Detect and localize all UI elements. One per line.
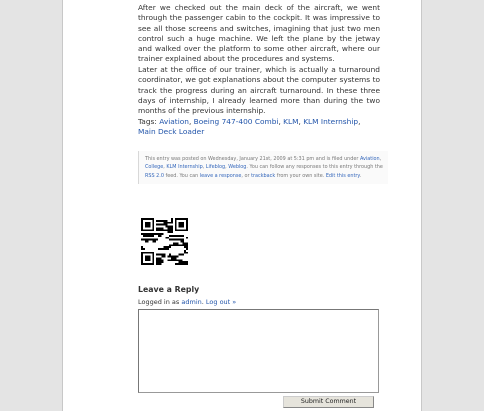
post-tags: Tags: Aviation, Boeing 747-400 Combi, KL… [138, 117, 361, 137]
meta-text: from your own site. [276, 172, 325, 179]
category-link-college[interactable]: College [145, 164, 163, 170]
submit-comment-button[interactable]: Submit Comment [283, 396, 374, 408]
meta-text: feed. You can [165, 172, 199, 179]
rss-feed-link[interactable]: RSS 2.0 [145, 173, 164, 179]
meta-text: . [359, 172, 362, 179]
tag-link-klm[interactable]: KLM [283, 117, 298, 126]
post-paragraph-2: Later at the office of our trainer, whic… [138, 65, 380, 116]
logged-in-status: Logged in as admin. Log out » [138, 298, 237, 306]
logged-in-label: Logged in as [138, 298, 180, 306]
tag-link-aviation[interactable]: Aviation [159, 117, 189, 126]
category-link-aviation[interactable]: Aviation [360, 156, 380, 162]
meta-text: . You can follow any responses to this e… [246, 164, 383, 171]
category-link-weblog[interactable]: Weblog [228, 164, 246, 170]
user-profile-link[interactable]: admin [181, 298, 201, 306]
trackback-link[interactable]: trackback [251, 173, 275, 179]
logout-link[interactable]: Log out » [206, 298, 236, 306]
tags-label: Tags: [138, 117, 157, 126]
edit-entry-link[interactable]: Edit this entry [326, 173, 360, 179]
tag-link-main-deck-loader[interactable]: Main Deck Loader [138, 127, 204, 136]
meta-text: This entry was posted on Wednesday, Janu… [145, 156, 359, 162]
qr-code-icon [141, 218, 188, 265]
tag-link-boeing-747-400-combi[interactable]: Boeing 747-400 Combi [194, 117, 279, 126]
category-link-lifeblog[interactable]: Lifeblog [206, 164, 225, 170]
category-link-klm-internship[interactable]: KLM Internship [166, 164, 202, 170]
meta-text: , or [241, 172, 250, 179]
post-paragraph-1: After we checked out the main deck of th… [138, 3, 380, 64]
reply-heading: Leave a Reply [138, 285, 200, 294]
leave-response-link[interactable]: leave a response [200, 173, 242, 179]
tag-link-klm-internship[interactable]: KLM Internship [303, 117, 358, 126]
comment-textarea[interactable] [138, 309, 379, 393]
post-meta-box: This entry was posted on Wednesday, Janu… [138, 151, 388, 184]
